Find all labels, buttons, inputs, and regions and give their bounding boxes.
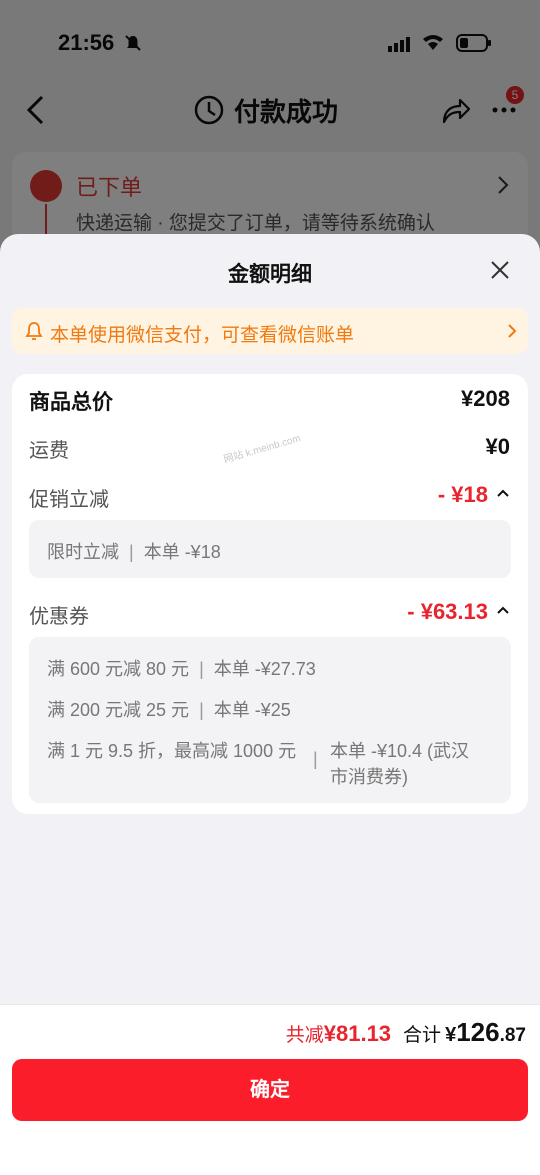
amount-detail-card: 商品总价 ¥208 网站 k.meinb.com 运费 ¥0 促销立减 - ¥1… <box>12 374 528 814</box>
coupon-value[interactable]: - ¥63.13 <box>407 599 488 625</box>
checkout-footer: 共减 ¥81.13 合计 ¥ 126 .87 确定 <box>0 1004 540 1175</box>
promotion-value[interactable]: - ¥18 <box>438 482 488 508</box>
total-summary: 共减 ¥81.13 合计 ¥ 126 .87 <box>286 1017 526 1048</box>
promotion-detail-amount: 本单 -¥18 <box>143 542 221 562</box>
goods-total-label: 商品总价 <box>29 391 113 414</box>
coupon-detail-name: 满 600 元减 80 元 <box>47 659 190 679</box>
close-icon[interactable] <box>488 258 512 282</box>
chevron-up-icon[interactable] <box>496 605 510 615</box>
goods-total-value: ¥208 <box>461 386 510 411</box>
shipping-value: ¥0 <box>485 434 510 459</box>
coupon-detail-name: 满 1 元 9.5 折，最高减 1000 元 <box>47 741 297 761</box>
bell-icon <box>25 322 43 340</box>
separator: | <box>199 659 204 679</box>
promotion-detail-box: 限时立减 | 本单 -¥18 <box>29 520 511 578</box>
coupon-label: 优惠券 <box>29 606 89 628</box>
saved-label: 共减 <box>285 1025 324 1046</box>
coupon-detail-amount-cont: 市消费券) <box>330 767 408 787</box>
coupon-detail-line: 满 600 元减 80 元 | 本单 -¥27.73 <box>47 655 316 681</box>
separator: | <box>129 542 134 562</box>
coupon-detail-name: 满 200 元减 25 元 <box>47 700 190 720</box>
wechat-banner-text: 本单使用微信支付，可查看微信账单 <box>50 325 355 346</box>
promotion-label: 促销立减 <box>29 489 109 511</box>
coupon-detail-amount: 本单 -¥27.73 <box>213 659 316 679</box>
sheet-title: 金额明细 <box>228 263 312 286</box>
wechat-bill-banner[interactable]: 本单使用微信支付，可查看微信账单 <box>12 308 528 354</box>
confirm-button[interactable]: 确定 <box>12 1059 528 1121</box>
coupon-detail-line: 满 200 元减 25 元 | 本单 -¥25 <box>47 696 291 722</box>
total-decimal: .87 <box>499 1025 526 1046</box>
total-label: 合计 <box>403 1025 442 1046</box>
separator: | <box>313 749 318 769</box>
promotion-detail-line: 限时立减 | 本单 -¥18 <box>47 538 221 564</box>
coupon-detail-amount: 本单 -¥25 <box>213 700 291 720</box>
saved-amount: ¥81.13 <box>323 1021 392 1046</box>
total-integer: 126 <box>456 1017 500 1047</box>
separator: | <box>199 700 204 720</box>
chevron-up-icon[interactable] <box>496 488 510 498</box>
promotion-detail-name: 限时立减 <box>47 542 119 562</box>
watermark: 网站 k.meinb.com <box>222 433 302 466</box>
shipping-label: 运费 <box>29 440 69 462</box>
coupon-detail-amount: 本单 -¥10.4 (武汉 <box>330 741 470 761</box>
chevron-right-icon <box>508 324 517 338</box>
coupon-detail-box: 满 600 元减 80 元 | 本单 -¥27.73 满 200 元减 25 元 | 本… <box>29 637 511 803</box>
total-currency: ¥ <box>445 1024 457 1046</box>
